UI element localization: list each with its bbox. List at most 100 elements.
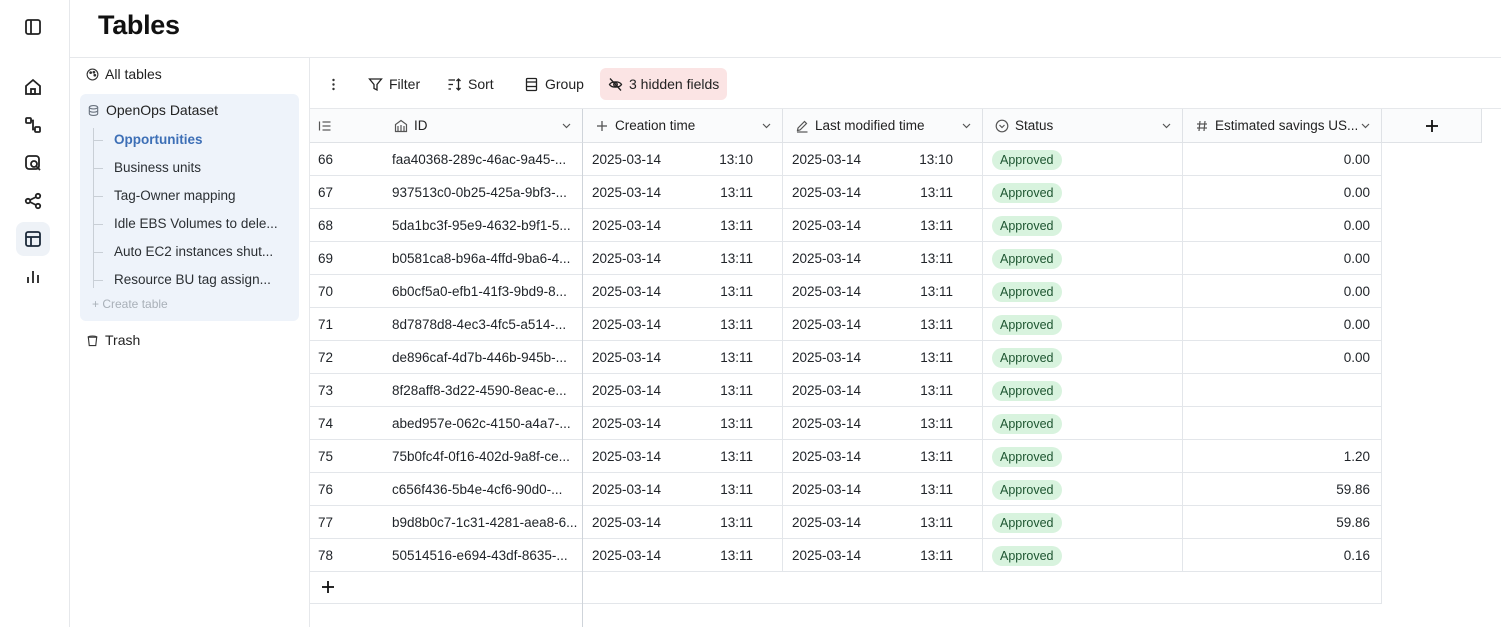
last-modified-cell[interactable]: 2025-03-14 13:11 [783,473,983,506]
last-modified-cell[interactable]: 2025-03-14 13:11 [783,308,983,341]
home-icon[interactable] [16,70,50,104]
id-cell[interactable]: 50514516-e694-43df-8635-... [382,539,583,572]
id-cell[interactable]: de896caf-4d7b-446b-945b-... [382,341,583,374]
status-cell[interactable]: Approved [983,242,1183,275]
last-modified-cell[interactable]: 2025-03-14 13:11 [783,539,983,572]
column-header-creation-time[interactable]: Creation time [583,109,783,143]
group-button[interactable]: Group [516,68,592,100]
id-cell[interactable]: c656f436-5b4e-4cf6-90d0-... [382,473,583,506]
id-cell[interactable]: faa40368-289c-46ac-9a45-... [382,143,583,176]
status-cell[interactable]: Approved [983,308,1183,341]
table-item-opportunities[interactable]: Opportunities [114,132,203,147]
connections-icon[interactable] [16,184,50,218]
column-header-id[interactable]: ID [382,109,583,143]
trash-link[interactable]: Trash [86,332,140,348]
row-number-cell[interactable]: 68 [310,209,382,242]
table-item-auto-ec2-instances[interactable]: Auto EC2 instances shut... [114,244,273,259]
creation-time-cell[interactable]: 2025-03-14 13:11 [583,242,783,275]
table-row[interactable]: 68 5da1bc3f-95e9-4632-b9f1-5... 2025-03-14… [310,209,1382,242]
create-table-link[interactable]: + Create table [92,297,168,311]
tables-icon[interactable] [16,222,50,256]
savings-cell[interactable]: 59.86 [1183,473,1382,506]
row-number-cell[interactable]: 78 [310,539,382,572]
creation-time-cell[interactable]: 2025-03-14 13:11 [583,308,783,341]
all-tables-link[interactable]: All tables [86,66,162,82]
row-number-cell[interactable]: 69 [310,242,382,275]
creation-time-cell[interactable]: 2025-03-14 13:11 [583,374,783,407]
chevron-down-icon[interactable] [561,120,572,131]
savings-cell[interactable]: 59.86 [1183,506,1382,539]
status-cell[interactable]: Approved [983,374,1183,407]
savings-cell[interactable]: 0.00 [1183,308,1382,341]
last-modified-cell[interactable]: 2025-03-14 13:11 [783,275,983,308]
table-row[interactable]: 74 abed957e-062c-4150-a4a7-... 2025-03-14 1… [310,407,1382,440]
column-header-last-modified[interactable]: Last modified time [783,109,983,143]
row-number-cell[interactable]: 72 [310,341,382,374]
table-item-tag-owner-mapping[interactable]: Tag-Owner mapping [114,188,236,203]
sort-button[interactable]: Sort [439,68,502,100]
savings-cell[interactable]: 0.00 [1183,209,1382,242]
table-item-business-units[interactable]: Business units [114,160,201,175]
last-modified-cell[interactable]: 2025-03-14 13:11 [783,407,983,440]
id-cell[interactable]: 75b0fc4f-0f16-402d-9a8f-ce... [382,440,583,473]
row-number-cell[interactable]: 76 [310,473,382,506]
savings-cell[interactable]: 0.00 [1183,275,1382,308]
creation-time-cell[interactable]: 2025-03-14 13:11 [583,506,783,539]
more-options-button[interactable] [318,68,349,100]
row-number-cell[interactable]: 74 [310,407,382,440]
creation-time-cell[interactable]: 2025-03-14 13:11 [583,440,783,473]
id-cell[interactable]: 6b0cf5a0-efb1-41f3-9bd9-8... [382,275,583,308]
table-row[interactable]: 71 8d7878d8-4ec3-4fc5-a514-... 2025-03-14 1… [310,308,1382,341]
add-column-button[interactable] [1382,109,1482,143]
chevron-down-icon[interactable] [1161,120,1172,131]
table-row[interactable]: 78 50514516-e694-43df-8635-... 2025-03-14 1… [310,539,1382,572]
id-cell[interactable]: 937513c0-0b25-425a-9bf3-... [382,176,583,209]
hidden-fields-button[interactable]: 3 hidden fields [600,68,728,100]
row-number-cell[interactable]: 67 [310,176,382,209]
last-modified-cell[interactable]: 2025-03-14 13:11 [783,341,983,374]
status-cell[interactable]: Approved [983,407,1183,440]
dataset-item[interactable]: OpenOps Dataset [87,102,218,118]
filter-button[interactable]: Filter [360,68,428,100]
add-row-button[interactable] [310,571,1382,604]
table-row[interactable]: 69 b0581ca8-b96a-4ffd-9ba6-4... 2025-03-14… [310,242,1382,275]
savings-cell[interactable]: 1.20 [1183,440,1382,473]
last-modified-cell[interactable]: 2025-03-14 13:11 [783,209,983,242]
row-number-cell[interactable]: 77 [310,506,382,539]
last-modified-cell[interactable]: 2025-03-14 13:11 [783,242,983,275]
creation-time-cell[interactable]: 2025-03-14 13:11 [583,209,783,242]
status-cell[interactable]: Approved [983,539,1183,572]
savings-cell[interactable]: 0.00 [1183,341,1382,374]
id-cell[interactable]: b9d8b0c7-1c31-4281-aea8-6... [382,506,583,539]
last-modified-cell[interactable]: 2025-03-14 13:11 [783,506,983,539]
row-number-header[interactable] [310,109,382,143]
table-row[interactable]: 70 6b0cf5a0-efb1-41f3-9bd9-8... 2025-03-14… [310,275,1382,308]
status-cell[interactable]: Approved [983,209,1183,242]
table-row[interactable]: 73 8f28aff8-3d22-4590-8eac-e... 2025-03-14… [310,374,1382,407]
creation-time-cell[interactable]: 2025-03-14 13:11 [583,473,783,506]
table-item-idle-ebs-volumes[interactable]: Idle EBS Volumes to dele... [114,216,278,231]
status-cell[interactable]: Approved [983,440,1183,473]
column-header-estimated-savings[interactable]: Estimated savings US... [1183,109,1382,143]
creation-time-cell[interactable]: 2025-03-14 13:11 [583,539,783,572]
row-number-cell[interactable]: 75 [310,440,382,473]
savings-cell[interactable]: 0.16 [1183,539,1382,572]
id-cell[interactable]: 5da1bc3f-95e9-4632-b9f1-5... [382,209,583,242]
id-cell[interactable]: 8f28aff8-3d22-4590-8eac-e... [382,374,583,407]
flows-icon[interactable] [16,108,50,142]
analytics-icon[interactable] [16,260,50,294]
last-modified-cell[interactable]: 2025-03-14 13:11 [783,176,983,209]
status-cell[interactable]: Approved [983,176,1183,209]
last-modified-cell[interactable]: 2025-03-14 13:11 [783,440,983,473]
creation-time-cell[interactable]: 2025-03-14 13:11 [583,407,783,440]
table-row[interactable]: 66 faa40368-289c-46ac-9a45-... 2025-03-14 1… [310,143,1382,176]
id-cell[interactable]: b0581ca8-b96a-4ffd-9ba6-4... [382,242,583,275]
creation-time-cell[interactable]: 2025-03-14 13:11 [583,275,783,308]
creation-time-cell[interactable]: 2025-03-14 13:11 [583,341,783,374]
last-modified-cell[interactable]: 2025-03-14 13:10 [783,143,983,176]
status-cell[interactable]: Approved [983,275,1183,308]
chevron-down-icon[interactable] [1360,120,1371,131]
status-cell[interactable]: Approved [983,143,1183,176]
chevron-down-icon[interactable] [961,120,972,131]
savings-cell[interactable]: 0.00 [1183,242,1382,275]
